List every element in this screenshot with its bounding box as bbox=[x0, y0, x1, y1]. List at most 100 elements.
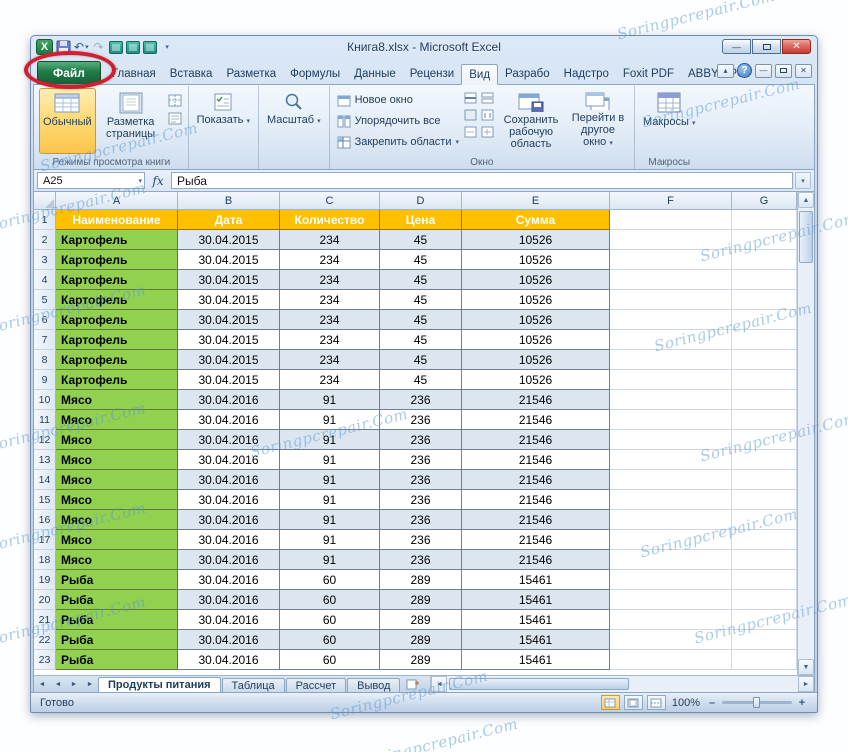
ribbon-tab-Вид[interactable]: Вид bbox=[461, 64, 499, 85]
cell-B23[interactable]: 30.04.2016 bbox=[178, 650, 280, 670]
select-all-corner[interactable] bbox=[34, 192, 56, 210]
cell-D13[interactable]: 236 bbox=[380, 450, 462, 470]
unhide-window-icon[interactable] bbox=[464, 126, 477, 138]
macros-button[interactable]: Макросы ▾ bbox=[639, 88, 699, 154]
cell-D2[interactable]: 45 bbox=[380, 230, 462, 250]
cell-A19[interactable]: Рыба bbox=[56, 570, 178, 590]
view-side-by-side-icon[interactable] bbox=[481, 92, 494, 104]
cell-D11[interactable]: 236 bbox=[380, 410, 462, 430]
row-header-11[interactable]: 11 bbox=[34, 410, 56, 430]
cell-E17[interactable]: 21546 bbox=[462, 530, 610, 550]
cell-C14[interactable]: 91 bbox=[280, 470, 380, 490]
cell-E11[interactable]: 21546 bbox=[462, 410, 610, 430]
cell-C17[interactable]: 91 bbox=[280, 530, 380, 550]
new-window-button[interactable]: Новое окно bbox=[334, 91, 462, 109]
scroll-up-icon[interactable]: ▲ bbox=[798, 192, 814, 208]
row-header-3[interactable]: 3 bbox=[34, 250, 56, 270]
cell-B12[interactable]: 30.04.2016 bbox=[178, 430, 280, 450]
column-header-F[interactable]: F bbox=[610, 192, 732, 210]
cell-F19[interactable] bbox=[610, 570, 732, 590]
cell-B14[interactable]: 30.04.2016 bbox=[178, 470, 280, 490]
cell-E19[interactable]: 15461 bbox=[462, 570, 610, 590]
cell-E20[interactable]: 15461 bbox=[462, 590, 610, 610]
cell-C3[interactable]: 234 bbox=[280, 250, 380, 270]
vertical-scroll-thumb[interactable] bbox=[799, 211, 813, 263]
maximize-button[interactable] bbox=[752, 39, 781, 54]
cell-A14[interactable]: Мясо bbox=[56, 470, 178, 490]
cell-A1[interactable]: Наименование bbox=[56, 210, 178, 230]
row-header-19[interactable]: 19 bbox=[34, 570, 56, 590]
cell-A23[interactable]: Рыба bbox=[56, 650, 178, 670]
cell-A3[interactable]: Картофель bbox=[56, 250, 178, 270]
cell-A22[interactable]: Рыба bbox=[56, 630, 178, 650]
row-header-9[interactable]: 9 bbox=[34, 370, 56, 390]
cell-G12[interactable] bbox=[732, 430, 797, 450]
cell-D15[interactable]: 236 bbox=[380, 490, 462, 510]
cell-F16[interactable] bbox=[610, 510, 732, 530]
cell-C6[interactable]: 234 bbox=[280, 310, 380, 330]
page-break-preview-icon[interactable] bbox=[168, 94, 182, 107]
ribbon-tab-Разметка[interactable]: Разметка bbox=[219, 63, 283, 84]
cell-A9[interactable]: Картофель bbox=[56, 370, 178, 390]
cell-E23[interactable]: 15461 bbox=[462, 650, 610, 670]
cell-G13[interactable] bbox=[732, 450, 797, 470]
row-header-18[interactable]: 18 bbox=[34, 550, 56, 570]
status-page-break-button[interactable] bbox=[646, 695, 666, 710]
cell-G11[interactable] bbox=[732, 410, 797, 430]
cell-G22[interactable] bbox=[732, 630, 797, 650]
cell-B20[interactable]: 30.04.2016 bbox=[178, 590, 280, 610]
cell-F9[interactable] bbox=[610, 370, 732, 390]
minimize-ribbon-button[interactable]: ▴ bbox=[717, 63, 734, 78]
column-header-G[interactable]: G bbox=[732, 192, 797, 210]
row-header-6[interactable]: 6 bbox=[34, 310, 56, 330]
cell-E9[interactable]: 10526 bbox=[462, 370, 610, 390]
cell-E18[interactable]: 21546 bbox=[462, 550, 610, 570]
row-header-21[interactable]: 21 bbox=[34, 610, 56, 630]
cell-D20[interactable]: 289 bbox=[380, 590, 462, 610]
cell-C16[interactable]: 91 bbox=[280, 510, 380, 530]
cell-G17[interactable] bbox=[732, 530, 797, 550]
cell-G2[interactable] bbox=[732, 230, 797, 250]
cell-E22[interactable]: 15461 bbox=[462, 630, 610, 650]
horizontal-scroll-thumb[interactable] bbox=[449, 678, 630, 690]
workbook-restore-button[interactable] bbox=[775, 63, 792, 78]
cell-F20[interactable] bbox=[610, 590, 732, 610]
cell-E16[interactable]: 21546 bbox=[462, 510, 610, 530]
insert-worksheet-button[interactable] bbox=[401, 676, 425, 692]
cell-C12[interactable]: 91 bbox=[280, 430, 380, 450]
scroll-down-icon[interactable]: ▼ bbox=[798, 659, 814, 675]
cell-A15[interactable]: Мясо bbox=[56, 490, 178, 510]
cell-A20[interactable]: Рыба bbox=[56, 590, 178, 610]
custom-views-icon[interactable] bbox=[168, 112, 182, 125]
cell-C7[interactable]: 234 bbox=[280, 330, 380, 350]
cell-G15[interactable] bbox=[732, 490, 797, 510]
sheet-tab-Таблица[interactable]: Таблица bbox=[221, 678, 285, 692]
ribbon-tab-Вставка[interactable]: Вставка bbox=[163, 63, 220, 84]
horizontal-scrollbar[interactable]: ◄ ► bbox=[430, 676, 814, 692]
ribbon-tab-Главная[interactable]: Главная bbox=[105, 63, 163, 84]
cell-A6[interactable]: Картофель bbox=[56, 310, 178, 330]
cell-F14[interactable] bbox=[610, 470, 732, 490]
cell-E2[interactable]: 10526 bbox=[462, 230, 610, 250]
cell-G19[interactable] bbox=[732, 570, 797, 590]
cell-D9[interactable]: 45 bbox=[380, 370, 462, 390]
cell-E8[interactable]: 10526 bbox=[462, 350, 610, 370]
cell-F23[interactable] bbox=[610, 650, 732, 670]
split-icon[interactable] bbox=[464, 92, 477, 104]
zoom-button[interactable]: Масштаб ▾ bbox=[263, 88, 325, 154]
cell-B2[interactable]: 30.04.2015 bbox=[178, 230, 280, 250]
cell-F7[interactable] bbox=[610, 330, 732, 350]
cell-A12[interactable]: Мясо bbox=[56, 430, 178, 450]
cell-C19[interactable]: 60 bbox=[280, 570, 380, 590]
zoom-out-button[interactable]: – bbox=[706, 697, 718, 709]
cell-B19[interactable]: 30.04.2016 bbox=[178, 570, 280, 590]
ribbon-tab-Надстро[interactable]: Надстро bbox=[557, 63, 616, 84]
cell-G6[interactable] bbox=[732, 310, 797, 330]
cell-A21[interactable]: Рыба bbox=[56, 610, 178, 630]
status-normal-view-button[interactable] bbox=[600, 695, 620, 710]
cell-G16[interactable] bbox=[732, 510, 797, 530]
first-sheet-icon[interactable]: ◄ bbox=[34, 676, 50, 692]
cell-C2[interactable]: 234 bbox=[280, 230, 380, 250]
workbook-minimize-button[interactable]: — bbox=[755, 63, 772, 78]
cell-D16[interactable]: 236 bbox=[380, 510, 462, 530]
